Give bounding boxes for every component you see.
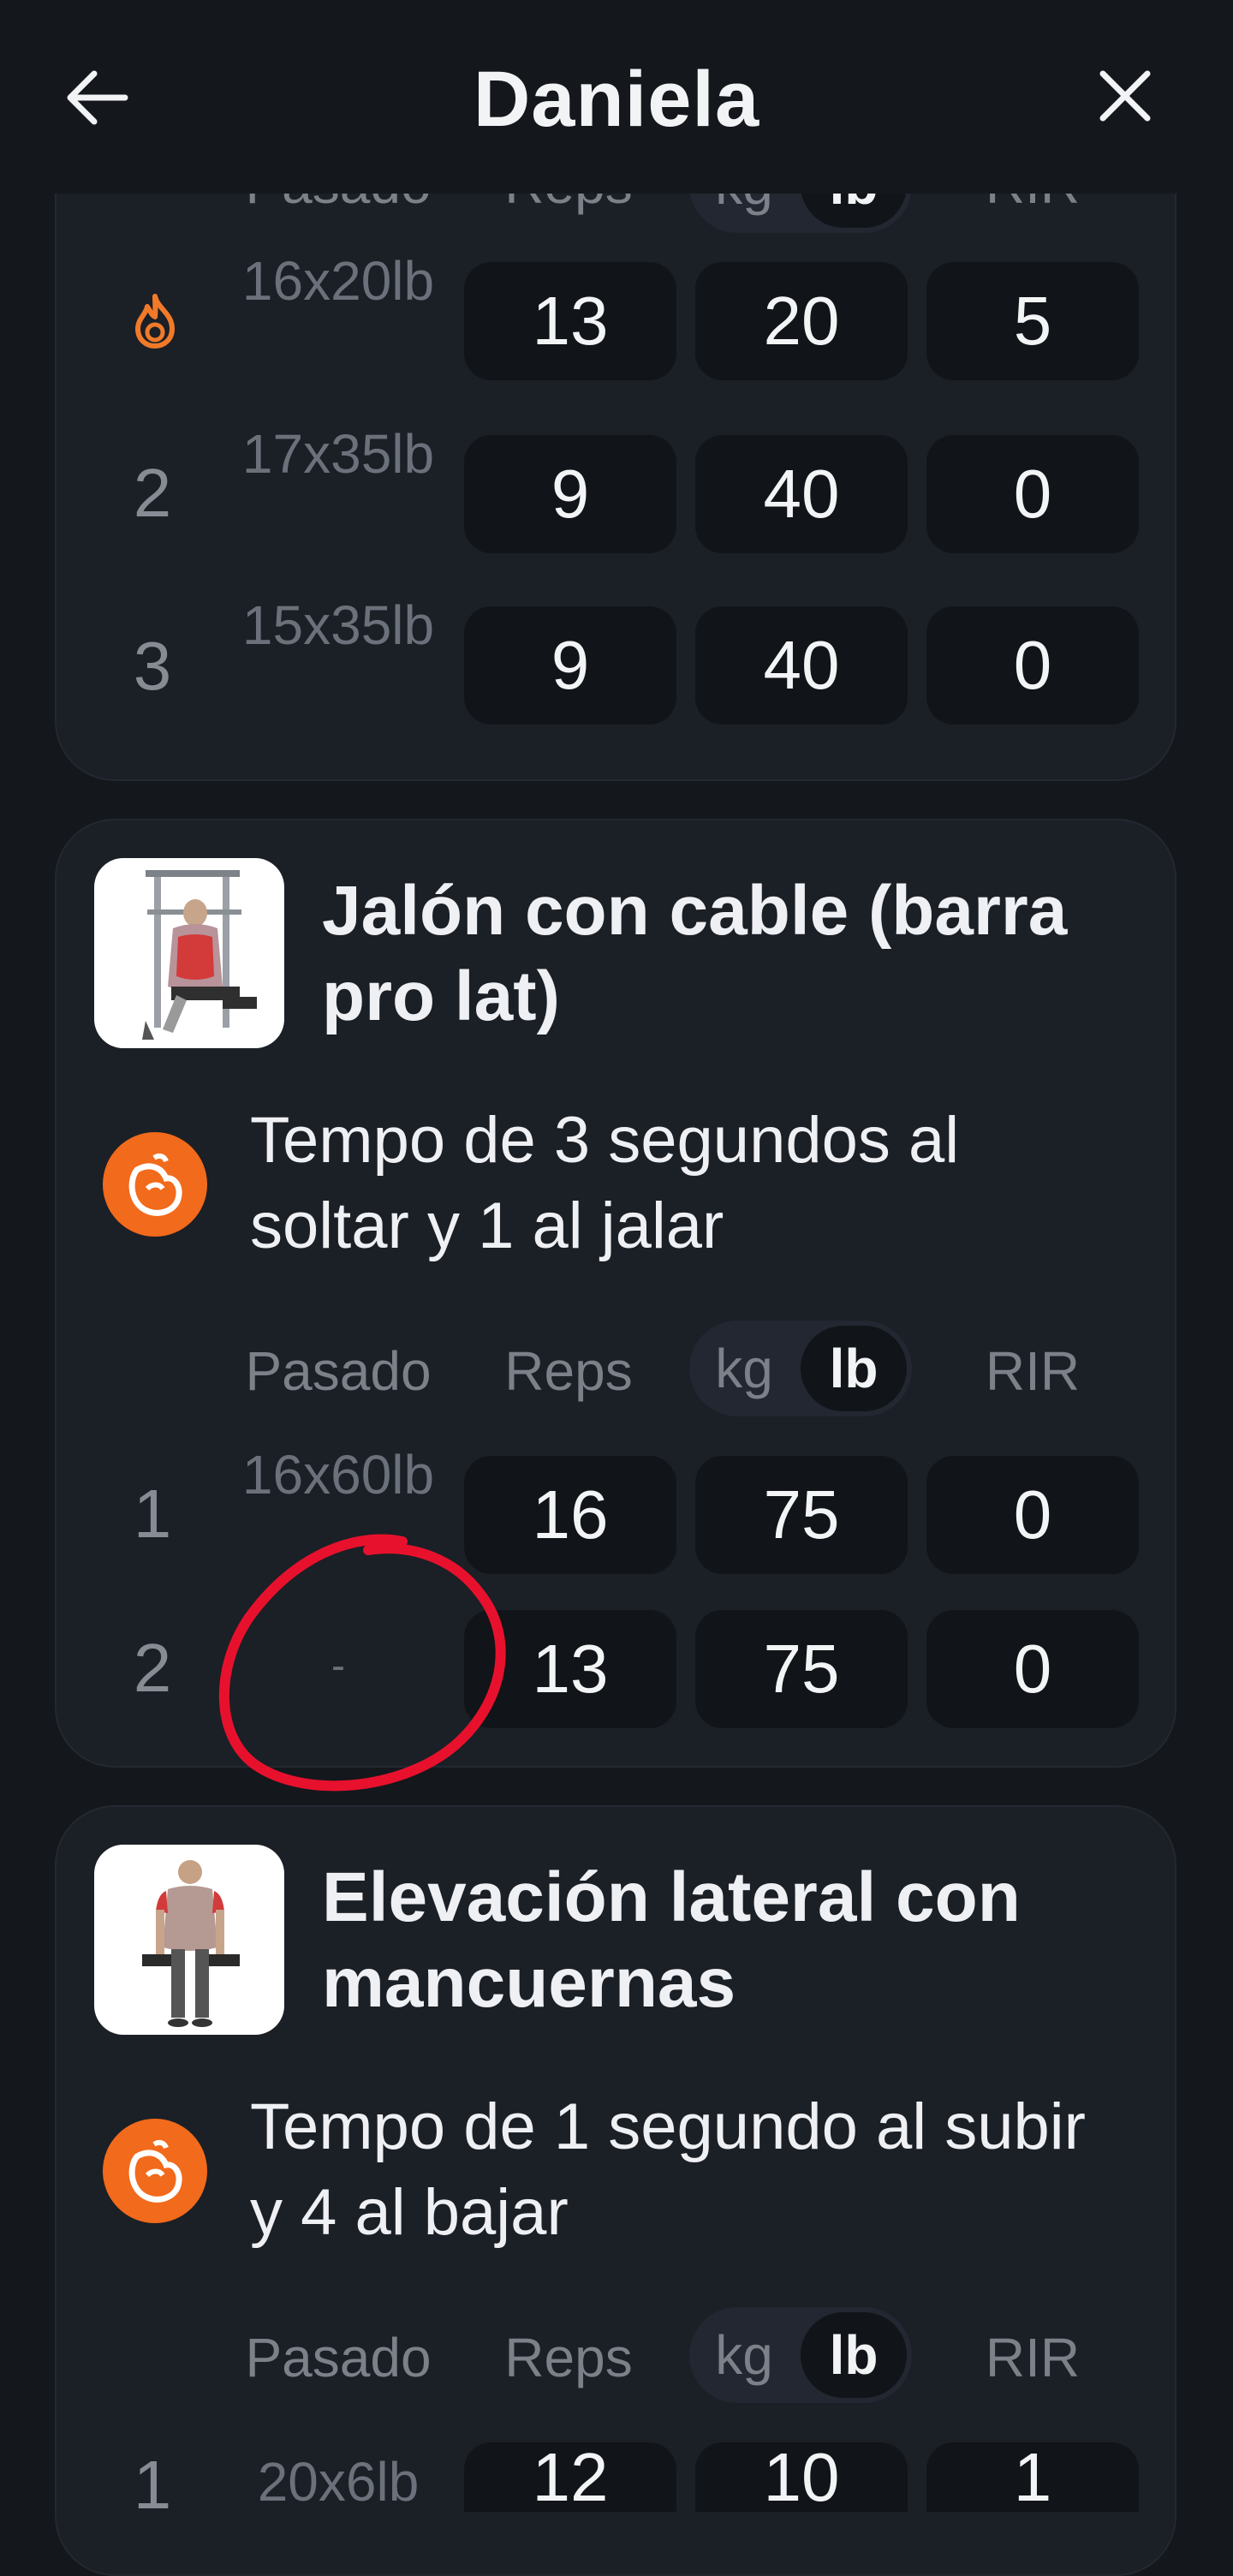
rir-input[interactable]: 0 bbox=[926, 1456, 1139, 1574]
unit-lb-option[interactable]: lb bbox=[801, 2312, 907, 2398]
past-value: 20x6lb bbox=[257, 2451, 420, 2513]
set-number: 2 bbox=[133, 455, 172, 531]
weight-input[interactable]: 10 bbox=[695, 2439, 908, 2515]
reps-input[interactable]: 13 bbox=[464, 262, 676, 380]
weight-input[interactable]: 75 bbox=[695, 1610, 908, 1728]
rir-input[interactable]: 5 bbox=[926, 262, 1139, 380]
exercise-name[interactable]: Jalón con cable (barra pro lat) bbox=[322, 868, 1127, 1040]
set-number: 1 bbox=[133, 2447, 172, 2523]
reps-input[interactable]: 9 bbox=[464, 435, 676, 553]
set-number: 2 bbox=[133, 1630, 172, 1706]
set-number: 3 bbox=[133, 628, 172, 704]
weight-input[interactable]: 75 bbox=[695, 1456, 908, 1574]
set-number: 1 bbox=[133, 1476, 172, 1552]
unit-toggle[interactable]: kg lb bbox=[689, 2307, 912, 2403]
coach-note-icon bbox=[103, 1132, 207, 1237]
exercise-name[interactable]: Elevación lateral con mancuernas bbox=[322, 1855, 1127, 2026]
unit-lb-option[interactable]: lb bbox=[801, 1326, 907, 1411]
col-header-past: Pasado bbox=[245, 2327, 432, 2388]
close-icon bbox=[1099, 70, 1151, 122]
col-header-past: Pasado bbox=[245, 1340, 432, 1402]
weight-input[interactable]: 20 bbox=[695, 262, 908, 380]
warmup-set-flame-icon[interactable] bbox=[125, 291, 185, 351]
page-title: Daniela bbox=[473, 56, 760, 143]
past-value: 16x20lb bbox=[241, 250, 435, 312]
reps-input[interactable]: 9 bbox=[464, 606, 676, 724]
rir-input[interactable]: 0 bbox=[926, 1610, 1139, 1728]
coach-note: Tempo de 3 segundos al soltar y 1 al jal… bbox=[250, 1104, 960, 1262]
col-header-reps: Reps bbox=[504, 2327, 633, 2388]
coach-note-icon bbox=[103, 2119, 207, 2223]
weight-input[interactable]: 40 bbox=[695, 435, 908, 553]
rir-input[interactable]: 0 bbox=[926, 435, 1139, 553]
rir-input[interactable]: 1 bbox=[926, 2439, 1139, 2515]
col-header-rir: RIR bbox=[985, 1340, 1081, 1402]
col-header-rir: RIR bbox=[985, 2327, 1081, 2388]
unit-kg-option[interactable]: kg bbox=[689, 1321, 799, 1416]
unit-toggle[interactable]: kg lb bbox=[689, 1321, 912, 1416]
past-value: 15x35lb bbox=[241, 594, 435, 656]
past-value: 17x35lb bbox=[241, 423, 435, 485]
col-header-reps: Reps bbox=[504, 1340, 633, 1402]
top-bar: Daniela bbox=[0, 0, 1233, 194]
coach-note: Tempo de 1 segundo al subir y 4 al bajar bbox=[250, 2090, 1086, 2249]
red-annotation-circle bbox=[218, 1534, 506, 1792]
rir-input[interactable]: 0 bbox=[926, 606, 1139, 724]
exercise-thumbnail-lat-pulldown[interactable] bbox=[94, 858, 284, 1048]
weight-input[interactable]: 40 bbox=[695, 606, 908, 724]
close-button[interactable] bbox=[1087, 63, 1163, 132]
past-value: 16x60lb bbox=[241, 1444, 435, 1506]
reps-input[interactable]: 12 bbox=[464, 2439, 676, 2515]
exercise-thumbnail-lateral-raise[interactable] bbox=[94, 1845, 284, 2035]
unit-kg-option[interactable]: kg bbox=[689, 2307, 799, 2403]
